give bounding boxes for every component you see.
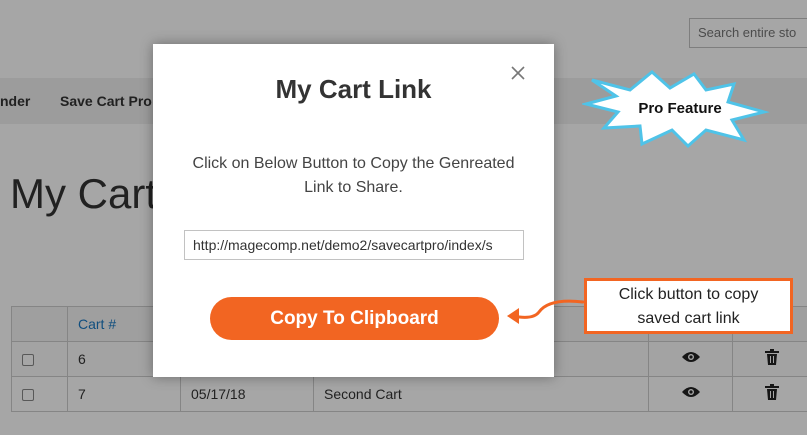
callout-arrow	[507, 299, 585, 324]
callout-box: Click button to copy saved cart link	[584, 278, 793, 334]
pro-feature-label: Pro Feature	[638, 100, 721, 117]
cart-link-modal: My Cart Link Click on Below Button to Co…	[153, 44, 554, 377]
callout-line-1: Click button to copy	[618, 286, 759, 303]
modal-title: My Cart Link	[275, 74, 432, 104]
close-icon[interactable]	[507, 62, 529, 84]
cart-link-input[interactable]	[184, 230, 524, 260]
callout-line-2: saved cart link	[637, 310, 740, 327]
copy-to-clipboard-button[interactable]: Copy To Clipboard	[210, 297, 499, 340]
arrow-curve	[511, 299, 585, 319]
pro-feature-badge: Pro Feature	[582, 70, 770, 148]
arrow-head	[507, 308, 519, 324]
modal-message: Click on Below Button to Copy the Genrea…	[192, 155, 515, 196]
